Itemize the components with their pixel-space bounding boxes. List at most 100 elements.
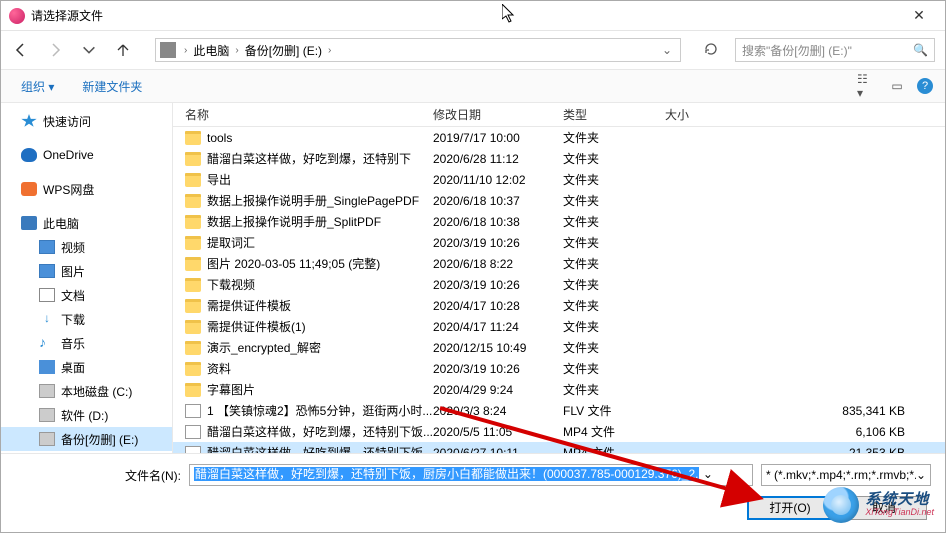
- file-row[interactable]: 图片 2020-03-05 11;49;05 (完整)2020/6/18 8:2…: [173, 253, 945, 274]
- file-row[interactable]: 资料2020/3/19 10:26文件夹: [173, 358, 945, 379]
- file-size: 835,341 KB: [665, 404, 945, 418]
- file-row[interactable]: 醋溜白菜这样做，好吃到爆，还特别下饭...2020/5/5 11:05MP4 文…: [173, 421, 945, 442]
- folder-icon: [185, 341, 201, 355]
- window-title: 请选择源文件: [31, 7, 901, 24]
- help-button[interactable]: ?: [917, 78, 933, 94]
- file-list[interactable]: tools2019/7/17 10:00文件夹醋溜白菜这样做，好吃到爆，还特别下…: [173, 127, 945, 453]
- dialog-body: 快速访问 OneDrive WPS网盘 此电脑 视频 图片 文档 ↓下载 ♪音乐…: [1, 103, 945, 453]
- forward-button[interactable]: [45, 40, 65, 60]
- file-icon: [185, 425, 201, 439]
- folder-icon: [185, 194, 201, 208]
- back-button[interactable]: [11, 40, 31, 60]
- preview-pane-button[interactable]: ▭: [887, 77, 907, 95]
- file-row[interactable]: 数据上报操作说明手册_SplitPDF2020/6/18 10:38文件夹: [173, 211, 945, 232]
- file-list-pane: 名称 修改日期 类型 大小 tools2019/7/17 10:00文件夹醋溜白…: [173, 103, 945, 453]
- filename-input[interactable]: 醋溜白菜这样做，好吃到爆，还特别下饭，厨房小白都能做出来！(000037.785…: [189, 464, 753, 486]
- chevron-right-icon[interactable]: ›: [180, 45, 191, 56]
- sidebar-item-documents[interactable]: 文档: [1, 283, 172, 307]
- breadcrumb[interactable]: › 此电脑 › 备份[勿删] (E:) › ⌄: [155, 38, 681, 62]
- file-date: 2020/3/3 8:24: [433, 404, 563, 418]
- sidebar-item-desktop[interactable]: 桌面: [1, 355, 172, 379]
- picture-icon: [39, 264, 55, 278]
- chevron-right-icon[interactable]: ›: [231, 45, 242, 56]
- file-row[interactable]: 数据上报操作说明手册_SinglePagePDF2020/6/18 10:37文…: [173, 190, 945, 211]
- file-row[interactable]: 需提供证件模板(1)2020/4/17 11:24文件夹: [173, 316, 945, 337]
- file-name: 字幕图片: [207, 381, 433, 398]
- desktop-icon: [39, 360, 55, 374]
- file-type: 文件夹: [563, 255, 665, 272]
- disk-icon: [39, 384, 55, 398]
- file-name: 演示_encrypted_解密: [207, 339, 433, 356]
- sidebar-item-quick-access[interactable]: 快速访问: [1, 109, 172, 133]
- up-button[interactable]: [113, 40, 133, 60]
- sidebar-item-video[interactable]: 视频: [1, 235, 172, 259]
- sidebar-item-downloads[interactable]: ↓下载: [1, 307, 172, 331]
- pc-icon: [21, 216, 37, 230]
- folder-icon: [185, 362, 201, 376]
- file-type: 文件夹: [563, 339, 665, 356]
- col-name[interactable]: 名称: [185, 106, 433, 123]
- breadcrumb-seg-drive[interactable]: 备份[勿删] (E:): [243, 42, 324, 59]
- video-icon: [39, 240, 55, 254]
- col-type[interactable]: 类型: [563, 106, 665, 123]
- sidebar-item-disk-d[interactable]: 软件 (D:): [1, 403, 172, 427]
- recent-dropdown[interactable]: [79, 40, 99, 60]
- file-row[interactable]: 1 【笑镇惊魂2】恐怖5分钟，逛街两小时...2020/3/3 8:24FLV …: [173, 400, 945, 421]
- sidebar-item-pictures[interactable]: 图片: [1, 259, 172, 283]
- pc-icon: [160, 42, 176, 58]
- open-button[interactable]: 打开(O): [747, 496, 833, 520]
- file-row[interactable]: 提取词汇2020/3/19 10:26文件夹: [173, 232, 945, 253]
- file-type: MP4 文件: [563, 444, 665, 453]
- folder-icon: [185, 173, 201, 187]
- file-date: 2020/3/19 10:26: [433, 278, 563, 292]
- sidebar-item-disk-c[interactable]: 本地磁盘 (C:): [1, 379, 172, 403]
- search-input[interactable]: 搜索"备份[勿删] (E:)" 🔍: [735, 38, 935, 62]
- file-type: FLV 文件: [563, 402, 665, 419]
- search-icon[interactable]: 🔍: [913, 43, 928, 57]
- file-name: 1 【笑镇惊魂2】恐怖5分钟，逛街两小时...: [207, 402, 433, 419]
- breadcrumb-seg-thispc[interactable]: 此电脑: [191, 42, 231, 59]
- file-type: 文件夹: [563, 150, 665, 167]
- file-row[interactable]: 字幕图片2020/4/29 9:24文件夹: [173, 379, 945, 400]
- folder-icon: [185, 383, 201, 397]
- file-row[interactable]: tools2019/7/17 10:00文件夹: [173, 127, 945, 148]
- sidebar-item-wps[interactable]: WPS网盘: [1, 177, 172, 201]
- breadcrumb-dropdown[interactable]: ⌄: [658, 43, 676, 57]
- file-row[interactable]: 需提供证件模板2020/4/17 10:28文件夹: [173, 295, 945, 316]
- col-date[interactable]: 修改日期: [433, 106, 563, 123]
- organize-button[interactable]: 组织 ▾: [13, 74, 62, 99]
- file-name: 提取词汇: [207, 234, 433, 251]
- sidebar-item-onedrive[interactable]: OneDrive: [1, 143, 172, 167]
- folder-icon: [185, 299, 201, 313]
- file-date: 2020/12/15 10:49: [433, 341, 563, 355]
- view-mode-button[interactable]: ☷ ▾: [857, 77, 877, 95]
- file-type-filter[interactable]: * (*.mkv;*.mp4;*.rm;*.rmvb;*.f⌄: [761, 464, 931, 486]
- folder-icon: [185, 236, 201, 250]
- file-name: 数据上报操作说明手册_SinglePagePDF: [207, 192, 433, 209]
- titlebar: 请选择源文件 ✕: [1, 1, 945, 31]
- file-date: 2020/6/18 8:22: [433, 257, 563, 271]
- cancel-button[interactable]: 取消: [841, 496, 927, 520]
- file-row[interactable]: 醋溜白菜这样做，好吃到爆，还特别下2020/6/28 11:12文件夹: [173, 148, 945, 169]
- file-type: 文件夹: [563, 318, 665, 335]
- file-row[interactable]: 醋溜白菜这样做，好吃到爆，还特别下饭...2020/6/27 10:11MP4 …: [173, 442, 945, 453]
- file-date: 2020/5/5 11:05: [433, 425, 563, 439]
- sidebar-item-disk-e[interactable]: 备份[勿删] (E:): [1, 427, 172, 451]
- file-row[interactable]: 下载视频2020/3/19 10:26文件夹: [173, 274, 945, 295]
- file-row[interactable]: 演示_encrypted_解密2020/12/15 10:49文件夹: [173, 337, 945, 358]
- sidebar-item-music[interactable]: ♪音乐: [1, 331, 172, 355]
- chevron-right-icon[interactable]: ›: [324, 45, 335, 56]
- close-button[interactable]: ✕: [901, 7, 937, 24]
- file-name: 需提供证件模板(1): [207, 318, 433, 335]
- file-date: 2019/7/17 10:00: [433, 131, 563, 145]
- disk-icon: [39, 408, 55, 422]
- refresh-button[interactable]: [703, 41, 721, 60]
- file-row[interactable]: 导出2020/11/10 12:02文件夹: [173, 169, 945, 190]
- file-date: 2020/11/10 12:02: [433, 173, 563, 187]
- file-type: 文件夹: [563, 213, 665, 230]
- sidebar-item-thispc[interactable]: 此电脑: [1, 211, 172, 235]
- file-name: 需提供证件模板: [207, 297, 433, 314]
- col-size[interactable]: 大小: [665, 106, 945, 123]
- new-folder-button[interactable]: 新建文件夹: [74, 74, 150, 99]
- nav-tree: 快速访问 OneDrive WPS网盘 此电脑 视频 图片 文档 ↓下载 ♪音乐…: [1, 103, 173, 453]
